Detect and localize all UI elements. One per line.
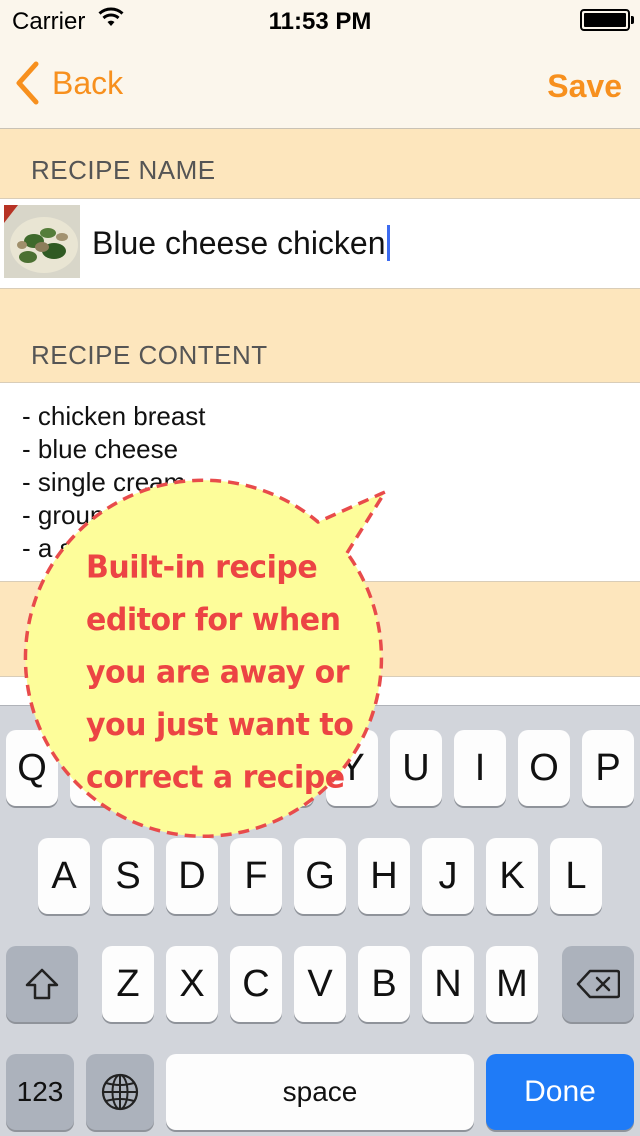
- key-d[interactable]: D: [166, 838, 218, 914]
- navigation-bar: Back Save: [0, 40, 640, 129]
- key-c[interactable]: C: [230, 946, 282, 1022]
- key-t[interactable]: T: [262, 730, 314, 806]
- back-label: Back: [52, 64, 124, 101]
- recipe-name-value: Blue cheese chicken: [92, 224, 386, 261]
- content-line: - ground: [22, 500, 119, 530]
- key-h[interactable]: H: [358, 838, 410, 914]
- key-w[interactable]: W: [70, 730, 122, 806]
- recipe-content-header: RECIPE CONTENT: [0, 288, 640, 383]
- content-line: - chicken breast: [22, 401, 206, 431]
- back-button[interactable]: Back: [14, 60, 123, 106]
- key-l[interactable]: L: [550, 838, 602, 914]
- numbers-key[interactable]: 123: [6, 1054, 74, 1130]
- chevron-left-icon: [16, 61, 39, 105]
- key-u[interactable]: U: [390, 730, 442, 806]
- battery-icon: [580, 9, 634, 31]
- key-y[interactable]: Y: [326, 730, 378, 806]
- key-m[interactable]: M: [486, 946, 538, 1022]
- recipe-name-input[interactable]: Blue cheese chicken: [92, 223, 390, 263]
- delete-key[interactable]: [562, 946, 634, 1022]
- content-line: - blue cheese: [22, 434, 179, 464]
- key-e[interactable]: E: [134, 730, 186, 806]
- recipe-content-textarea[interactable]: - chicken breast - blue cheese - single …: [0, 383, 640, 581]
- section-header-hidden: [0, 581, 640, 677]
- keyboard: Q W E R T Y U I O P A S D F G H J K L Z …: [0, 705, 640, 1136]
- key-s[interactable]: S: [102, 838, 154, 914]
- key-k[interactable]: K: [486, 838, 538, 914]
- recipe-content-header-label: RECIPE CONTENT: [31, 340, 268, 370]
- hidden-field-row[interactable]: [0, 677, 640, 707]
- key-a[interactable]: A: [38, 838, 90, 914]
- key-x[interactable]: X: [166, 946, 218, 1022]
- done-key[interactable]: Done: [486, 1054, 634, 1130]
- delete-icon: [576, 969, 620, 999]
- key-i[interactable]: I: [454, 730, 506, 806]
- key-n[interactable]: N: [422, 946, 474, 1022]
- space-key[interactable]: space: [166, 1054, 474, 1130]
- shift-key[interactable]: [6, 946, 78, 1022]
- key-p[interactable]: P: [582, 730, 634, 806]
- key-j[interactable]: J: [422, 838, 474, 914]
- shift-icon: [25, 968, 59, 1000]
- key-z[interactable]: Z: [102, 946, 154, 1022]
- key-b[interactable]: B: [358, 946, 410, 1022]
- content-line: - a s: [22, 533, 73, 563]
- clock: 11:53 PM: [268, 8, 372, 35]
- status-bar: Carrier 11:53 PM: [0, 0, 640, 40]
- recipe-name-row[interactable]: Blue cheese chicken: [0, 199, 640, 288]
- recipe-name-header-label: RECIPE NAME: [31, 155, 216, 185]
- recipe-name-header: RECIPE NAME: [0, 129, 640, 199]
- globe-key[interactable]: [86, 1054, 154, 1130]
- key-q[interactable]: Q: [6, 730, 58, 806]
- key-v[interactable]: V: [294, 946, 346, 1022]
- recipe-thumbnail[interactable]: [4, 205, 80, 278]
- key-r[interactable]: R: [198, 730, 250, 806]
- save-button[interactable]: Save: [547, 68, 622, 105]
- key-g[interactable]: G: [294, 838, 346, 914]
- key-f[interactable]: F: [230, 838, 282, 914]
- key-o[interactable]: O: [518, 730, 570, 806]
- content-line: - single cream: [22, 467, 186, 497]
- text-cursor: [386, 225, 390, 261]
- globe-icon: [101, 1073, 139, 1111]
